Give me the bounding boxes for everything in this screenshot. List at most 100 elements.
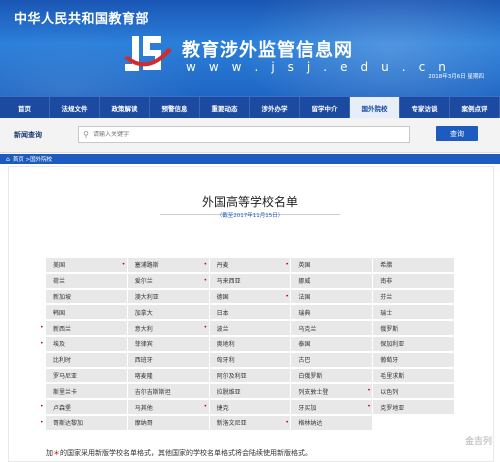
country-item[interactable]: 俄罗斯 [373, 321, 454, 335]
new-format-marker-icon: • [203, 324, 208, 332]
country-name: 法国 [298, 293, 311, 301]
country-item[interactable]: 奥地利 [209, 336, 291, 351]
country-name: 克罗地亚 [380, 404, 405, 412]
new-format-marker-icon: • [121, 261, 126, 268]
country-item[interactable]: 拉脱维亚 [209, 384, 291, 399]
country-item[interactable]: 德国 [209, 289, 291, 304]
country-item[interactable]: 意大利 [127, 321, 209, 335]
country-item[interactable]: 泰国 [291, 336, 373, 351]
nav-item[interactable]: 首页 [0, 97, 50, 119]
country-item[interactable]: 南非 [373, 273, 454, 288]
country-item[interactable]: 乌克兰 [291, 321, 373, 335]
country-item[interactable]: 阿尔及利亚 [209, 368, 291, 383]
country-item[interactable]: 西班牙 [127, 352, 209, 367]
country-name: 加拿大 [134, 309, 153, 317]
country-item[interactable]: 摩纳哥 [127, 415, 209, 430]
country-item[interactable]: • 克罗地亚 [367, 400, 454, 414]
country-item[interactable]: 喀麦隆 [127, 368, 209, 383]
country-name: 新加坡 [53, 293, 72, 301]
country-item[interactable]: 瑞典 [291, 305, 373, 320]
country-item[interactable]: 白俄罗斯 [291, 368, 373, 383]
country-item[interactable]: • 波兰 [204, 321, 291, 335]
country-item[interactable]: • 塞浦路斯 [122, 258, 209, 272]
country-item[interactable]: • 卢森堡 [40, 400, 127, 414]
home-icon[interactable]: ⌂ [6, 156, 10, 163]
country-name: 韩国 [53, 309, 66, 317]
nav-item[interactable]: 留学中介 [300, 97, 350, 119]
country-item[interactable]: 古巴 [291, 352, 373, 367]
country-name: 白俄罗斯 [298, 372, 323, 380]
country-name: 丹麦 [216, 262, 229, 270]
country-item[interactable]: 挪威 [291, 273, 373, 288]
country-item[interactable]: 荷兰 [46, 273, 127, 288]
country-item[interactable]: • 新西兰 [40, 321, 127, 335]
country-name: 澳大利亚 [134, 293, 159, 301]
search-input-wrapper[interactable]: ⚲ [78, 126, 410, 143]
country-name: 罗马尼亚 [53, 372, 78, 380]
country-item[interactable]: 匈牙利 [209, 352, 291, 367]
country-item[interactable]: 牙买加 [291, 400, 373, 414]
country-name: 美国 [53, 262, 66, 270]
country-item[interactable]: 列支敦士登 [291, 384, 373, 399]
search-input[interactable] [93, 131, 409, 138]
country-item[interactable]: • 法国 [285, 289, 373, 304]
breadcrumb-text[interactable]: 首页 >国外院校 [13, 155, 52, 163]
footnote-star: ＊ [53, 449, 60, 457]
country-item[interactable]: 韩国 [46, 305, 127, 320]
country-item[interactable]: 澳大利亚 [127, 289, 209, 304]
nav-item[interactable]: 法规文件 [50, 97, 100, 119]
country-name: 塞浦路斯 [134, 262, 159, 270]
country-item[interactable]: 毛里求斯 [373, 368, 454, 383]
country-item[interactable]: 比利时 [46, 352, 127, 367]
country-item[interactable]: • 哥斯达黎加 [40, 415, 127, 430]
new-format-marker-icon: • [203, 403, 208, 411]
country-name: 牙买加 [298, 404, 317, 412]
country-item[interactable]: • 捷克 [204, 400, 291, 414]
country-item[interactable]: 瑞士 [373, 305, 454, 320]
country-item[interactable]: 爱尔兰 [127, 273, 209, 288]
country-name: 俄罗斯 [380, 325, 399, 333]
nav-item[interactable]: 重要动态 [200, 97, 250, 119]
country-name: 格林纳达 [298, 420, 323, 428]
country-item[interactable]: • 埃及 [40, 336, 127, 351]
search-button[interactable]: 查询 [436, 126, 478, 141]
country-item[interactable]: 新洛文尼亚 [209, 415, 291, 430]
nav-item[interactable]: 专家访谈 [400, 97, 450, 119]
country-item[interactable]: 日本 [209, 305, 291, 320]
country-item[interactable]: 保加利亚 [373, 336, 454, 351]
country-name: 比利时 [53, 357, 72, 365]
country-name: 古巴 [298, 357, 311, 365]
country-item[interactable]: 新加坡 [46, 289, 127, 304]
country-item[interactable]: 希腊 [373, 258, 454, 272]
country-item[interactable]: 吉尔吉斯斯坦 [127, 384, 209, 399]
page-title-wrapper: 外国高等学校名单 [0, 193, 500, 210]
country-item[interactable]: 加拿大 [127, 305, 209, 320]
country-item[interactable]: 菲律宾 [127, 336, 209, 351]
country-name: 以色列 [380, 388, 399, 396]
nav-item[interactable]: 政策解读 [100, 97, 150, 119]
country-name: 希腊 [380, 262, 393, 270]
country-item[interactable]: • 格林纳达 [285, 415, 373, 430]
country-item[interactable]: 斯里兰卡 [46, 384, 127, 399]
country-item[interactable]: • 英国 [285, 258, 373, 272]
site-title[interactable]: 教育涉外监管信息网 [182, 36, 353, 62]
nav-item[interactable]: 国外院校 [350, 97, 400, 119]
country-name: 日本 [216, 309, 229, 317]
country-item[interactable]: 罗马尼亚 [46, 368, 127, 383]
country-item[interactable]: 马其他 [127, 400, 209, 414]
country-name: 瑞典 [298, 309, 311, 317]
jsj-logo-icon[interactable] [122, 28, 174, 80]
ministry-name[interactable]: 中华人民共和国教育部 [14, 8, 149, 27]
nav-item[interactable]: 涉外办学 [250, 97, 300, 119]
country-item[interactable]: 芬兰 [373, 289, 454, 304]
country-item[interactable]: • 马来西亚 [204, 273, 291, 288]
header-banner: 中华人民共和国教育部 教育涉外监管信息网 w w w . j s j . e d… [0, 0, 500, 96]
country-name: 捷克 [216, 404, 229, 412]
country-item[interactable]: 美国 [46, 258, 127, 272]
nav-item[interactable]: 预警信息 [150, 97, 200, 119]
nav-item[interactable]: 案例点评 [450, 97, 500, 119]
country-item[interactable]: • 以色列 [367, 384, 454, 399]
country-name: 马其他 [134, 404, 153, 412]
country-item[interactable]: • 丹麦 [204, 258, 291, 272]
country-item[interactable]: 葡萄牙 [373, 352, 454, 367]
